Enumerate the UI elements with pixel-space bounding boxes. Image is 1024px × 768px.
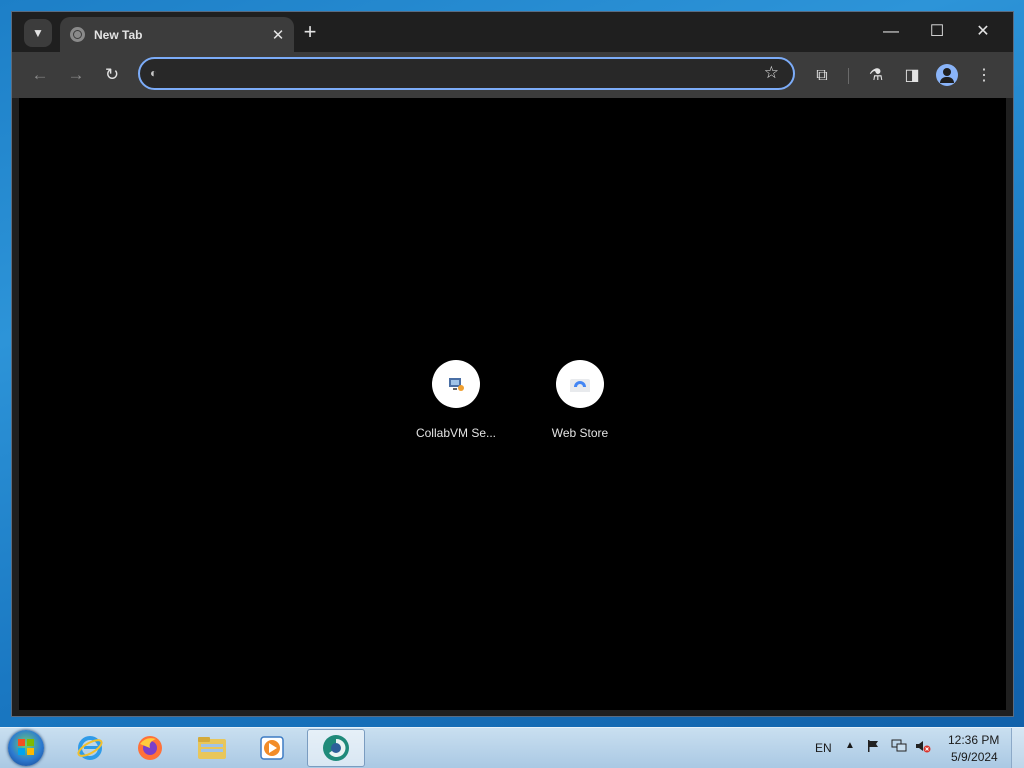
tab-close-button[interactable]: ✕ [268, 26, 288, 44]
chevron-down-icon: ▼ [32, 26, 44, 40]
language-indicator[interactable]: EN [815, 741, 832, 755]
shortcut-web-store[interactable]: Web Store [532, 360, 628, 440]
firefox-icon [138, 736, 162, 760]
back-button[interactable]: ← [28, 63, 52, 87]
media-player-icon [260, 736, 284, 760]
tab-strip: ▼ New Tab ✕ + — ☐ ✕ [12, 12, 1013, 52]
clock-date[interactable]: 5/9/2024 [951, 750, 998, 764]
forward-button[interactable]: → [64, 63, 88, 87]
shortcut-label: Web Store [551, 426, 609, 440]
reload-button[interactable]: ↻ [100, 63, 124, 87]
shortcut-icon-circle [556, 360, 604, 408]
taskbar: EN ▲ 12:36 PM 5/9/2024 [0, 727, 1024, 768]
new-tab-page: CollabVM Se... Web Store [19, 98, 1006, 710]
shortcut-icon-circle [432, 360, 480, 408]
close-icon: ✕ [271, 26, 285, 44]
bookmark-star-icon[interactable]: ☆ [764, 63, 779, 83]
address-bar[interactable]: ◐ ☆ [138, 57, 795, 90]
search-engine-icon: ◐ [150, 66, 158, 80]
web-store-icon [570, 379, 590, 392]
plus-icon: + [303, 19, 317, 44]
show-hidden-icons-button[interactable]: ▲ [845, 740, 855, 751]
action-center-flag-icon[interactable] [866, 739, 880, 756]
browser-window: ▼ New Tab ✕ + — ☐ ✕ ← → ↻ ◐ ☆ ⧉ ⚗ ◨ ⋮ Co… [11, 11, 1014, 717]
tab-search-button[interactable]: ▼ [24, 19, 52, 47]
address-input[interactable] [172, 63, 756, 86]
puzzle-icon: ⧉ [816, 67, 828, 84]
taskbar-browser[interactable] [307, 729, 365, 767]
labs-button[interactable]: ⚗ [864, 64, 888, 88]
extensions-button[interactable]: ⧉ [810, 64, 834, 88]
browser-icon [323, 735, 349, 761]
toolbar-divider [848, 68, 849, 84]
close-window-button[interactable]: ✕ [960, 18, 1006, 46]
taskbar-firefox[interactable] [121, 729, 179, 767]
internet-explorer-icon [77, 736, 103, 760]
close-icon: ✕ [976, 23, 990, 40]
arrow-right-icon: → [67, 65, 85, 84]
side-panel-button[interactable]: ◨ [900, 64, 924, 88]
arrow-left-icon: ← [31, 65, 49, 84]
tab-new-tab[interactable]: New Tab ✕ [60, 17, 294, 52]
taskbar-media-player[interactable] [243, 729, 301, 767]
more-vertical-icon: ⋮ [976, 67, 992, 84]
new-tab-button[interactable]: + [298, 21, 322, 45]
minimize-icon: — [883, 23, 899, 40]
maximize-icon: ☐ [929, 23, 945, 40]
browser-toolbar: ← → ↻ ◐ ☆ ⧉ ⚗ ◨ ⋮ [12, 52, 1013, 98]
network-icon[interactable] [891, 739, 907, 756]
flask-icon: ⚗ [868, 67, 884, 84]
menu-button[interactable]: ⋮ [972, 64, 996, 88]
collabvm-icon [449, 378, 464, 391]
shortcut-collabvm[interactable]: CollabVM Se... [408, 360, 504, 440]
taskbar-file-explorer[interactable] [183, 729, 241, 767]
tab-title: New Tab [94, 27, 143, 42]
folder-icon [198, 737, 226, 759]
start-button[interactable] [8, 730, 44, 766]
globe-icon [70, 27, 85, 42]
shortcut-label: CollabVM Se... [415, 426, 497, 440]
taskbar-internet-explorer[interactable] [61, 729, 119, 767]
clock-time[interactable]: 12:36 PM [948, 733, 999, 747]
maximize-button[interactable]: ☐ [914, 18, 960, 46]
windows-logo-icon [18, 739, 34, 755]
profile-avatar-icon[interactable] [936, 64, 958, 86]
minimize-button[interactable]: — [868, 18, 914, 46]
show-desktop-button[interactable] [1011, 728, 1024, 768]
side-panel-icon: ◨ [904, 67, 920, 84]
reload-icon: ↻ [104, 65, 120, 84]
volume-muted-icon[interactable] [915, 739, 931, 756]
